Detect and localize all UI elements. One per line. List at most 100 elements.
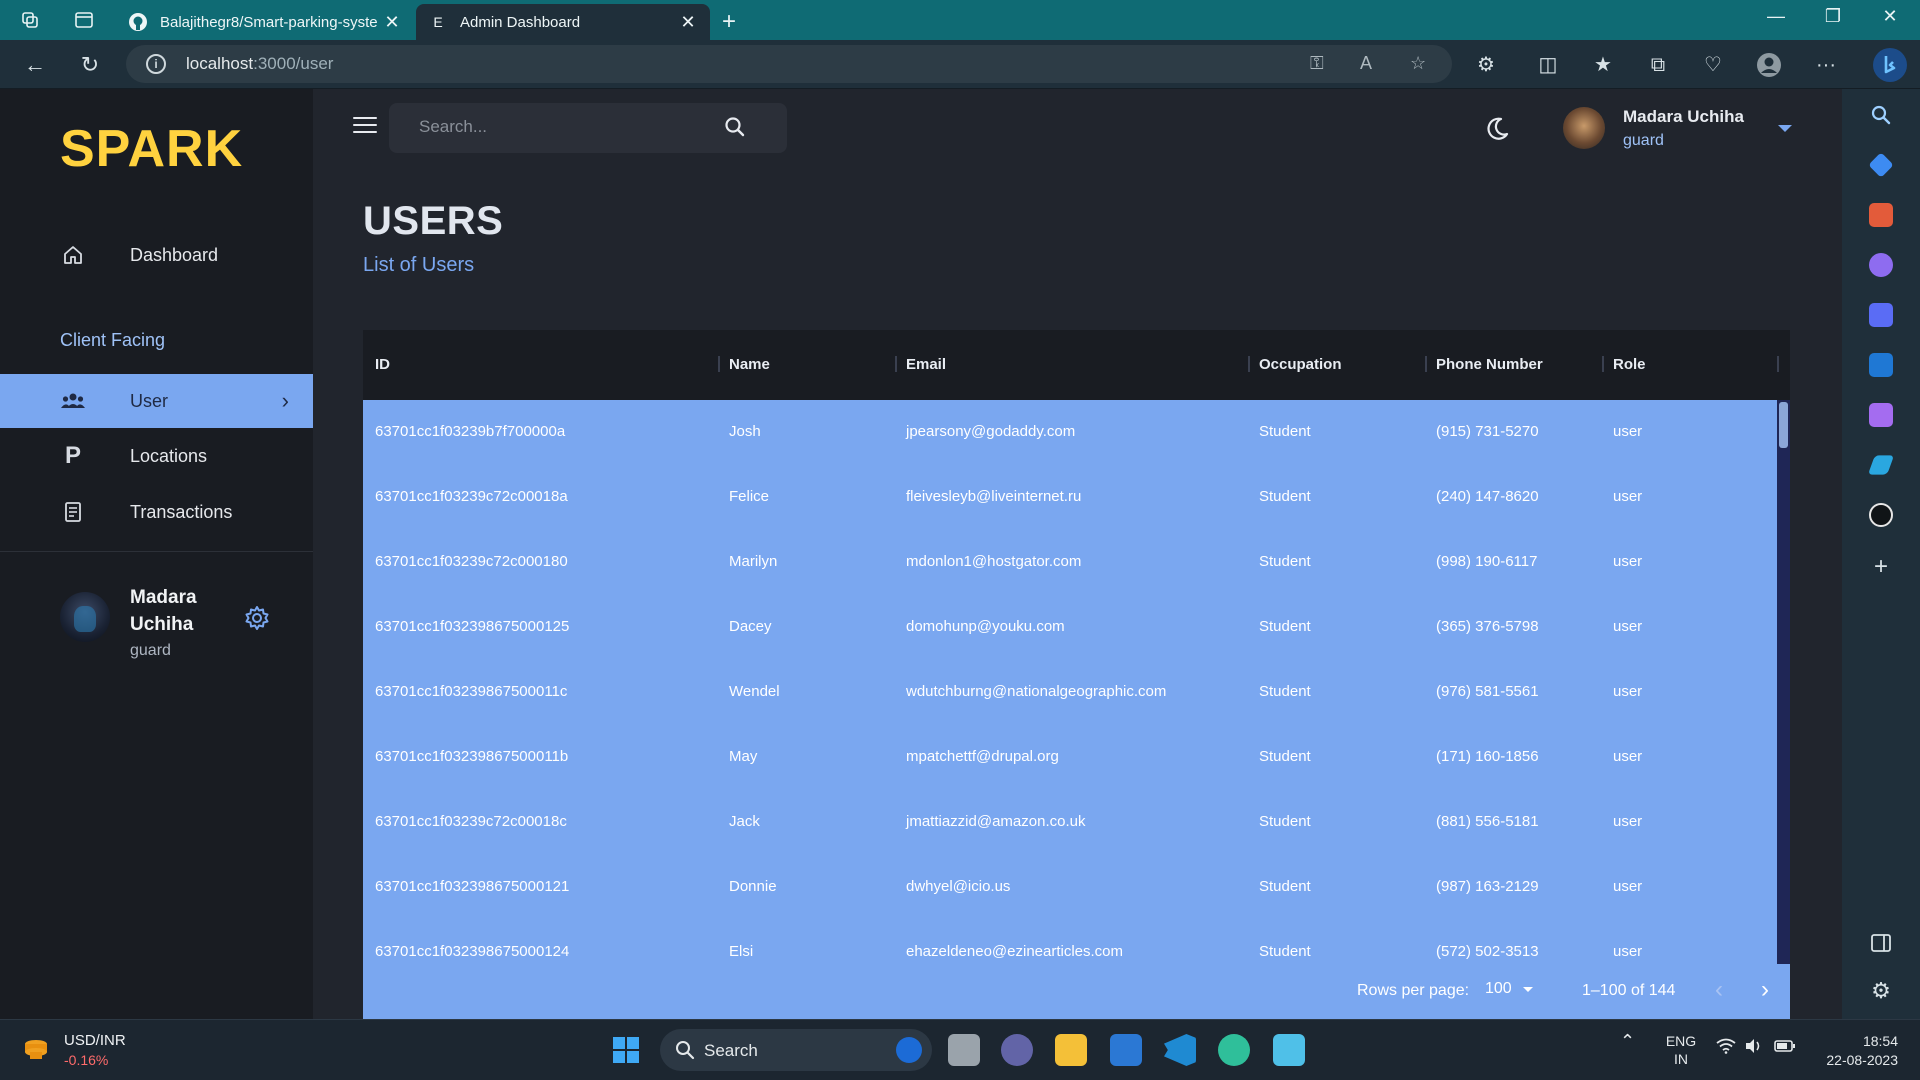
user-name[interactable]: Madara Uchiha <box>1623 107 1744 127</box>
outlook-icon[interactable] <box>1869 353 1893 377</box>
window-close-icon[interactable]: ✕ <box>1875 6 1905 27</box>
chevron-down-icon[interactable] <box>1778 125 1792 132</box>
search-input[interactable]: Search <box>704 1041 758 1061</box>
windows-start-icon[interactable] <box>610 1034 642 1066</box>
shopping-tag-icon[interactable] <box>1868 152 1894 178</box>
volume-icon[interactable] <box>1744 1038 1764 1058</box>
address-bar[interactable]: i localhost:3000/user ⚿ A ☆ <box>126 45 1452 83</box>
cell-email: jpearsony@godaddy.com <box>906 423 1076 440</box>
column-separator[interactable] <box>1248 356 1250 372</box>
column-header-phone[interactable]: Phone Number <box>1436 356 1543 373</box>
avatar[interactable] <box>1563 107 1605 149</box>
tab-github[interactable]: Balajithegr8/Smart-parking-syste ✕ <box>116 4 414 40</box>
next-page-icon[interactable]: › <box>1761 976 1769 1004</box>
wifi-icon[interactable] <box>1716 1038 1736 1058</box>
table-row[interactable]: 63701cc1f03239b7f700000a Josh jpearsony@… <box>363 400 1777 465</box>
refresh-icon[interactable]: ↻ <box>77 52 103 78</box>
restore-icon[interactable]: ❐ <box>1818 6 1848 27</box>
password-key-icon[interactable]: ⚿ <box>1310 53 1324 74</box>
dark-mode-icon[interactable] <box>1483 115 1511 150</box>
more-options-icon[interactable]: ··· <box>1813 52 1839 78</box>
notepad-icon[interactable] <box>1273 1034 1305 1066</box>
sidebar-settings-icon[interactable]: ⚙ <box>1869 979 1893 1003</box>
rows-per-page-select[interactable]: 100 <box>1485 980 1512 998</box>
profile-icon[interactable] <box>1756 52 1782 78</box>
column-separator[interactable] <box>718 356 720 372</box>
telegram-icon[interactable] <box>1867 455 1895 475</box>
chevron-down-icon[interactable] <box>1523 987 1533 992</box>
table-row[interactable]: 63701cc1f03239c72c00018c Jack jmattiazzi… <box>363 790 1777 855</box>
performance-icon[interactable]: ♡ <box>1700 52 1726 78</box>
file-explorer-icon[interactable] <box>1055 1034 1087 1066</box>
table-row[interactable]: 63701cc1f03239867500011c Wendel wdutchbu… <box>363 660 1777 725</box>
back-icon[interactable]: ← <box>22 52 48 78</box>
task-view-icon[interactable] <box>948 1034 980 1066</box>
vertical-scrollbar[interactable] <box>1777 400 1790 964</box>
chevron-up-icon[interactable]: ⌃ <box>1620 1032 1635 1050</box>
games-icon[interactable] <box>1869 253 1893 277</box>
currency-widget-icon[interactable] <box>22 1037 50 1063</box>
search-bar[interactable]: Search... <box>389 103 787 153</box>
column-separator[interactable] <box>1602 356 1604 372</box>
site-info-icon[interactable]: i <box>146 54 166 74</box>
sidebar-item-transactions[interactable]: Transactions <box>0 485 313 539</box>
search-input[interactable]: Search... <box>419 117 487 137</box>
tab-admin-dashboard[interactable]: E Admin Dashboard ✕ <box>416 4 710 40</box>
fx-change: -0.16% <box>64 1052 109 1068</box>
split-screen-icon[interactable]: ◫ <box>1535 52 1561 78</box>
collections-icon[interactable]: ⧉ <box>1645 52 1671 78</box>
scrollbar-thumb[interactable] <box>1779 402 1788 448</box>
search-icon[interactable] <box>1869 103 1893 127</box>
column-header-email[interactable]: Email <box>906 356 946 373</box>
minimize-icon[interactable]: — <box>1761 6 1791 27</box>
avatar <box>60 592 110 642</box>
table-row[interactable]: 63701cc1f032398675000125 Dacey domohunp@… <box>363 595 1777 660</box>
column-header-name[interactable]: Name <box>729 356 770 373</box>
designer-icon[interactable] <box>1869 403 1893 427</box>
taskbar-search[interactable]: Search <box>660 1029 932 1071</box>
new-tab-icon[interactable]: + <box>722 8 736 36</box>
sidebar-item-user[interactable]: User › <box>0 374 313 428</box>
battery-icon[interactable] <box>1774 1038 1796 1058</box>
menu-hamburger-icon[interactable] <box>353 117 377 135</box>
chat-icon[interactable] <box>1001 1034 1033 1066</box>
language-indicator[interactable]: ENG IN <box>1664 1032 1698 1068</box>
table-row[interactable]: 63701cc1f03239c72c000180 Marilyn mdonlon… <box>363 530 1777 595</box>
table-row[interactable]: 63701cc1f03239867500011b May mpatchettf@… <box>363 725 1777 790</box>
fx-pair[interactable]: USD/INR <box>64 1032 126 1049</box>
column-header-role[interactable]: Role <box>1613 356 1646 373</box>
microsoft-store-icon[interactable] <box>1110 1034 1142 1066</box>
users-icon <box>60 388 86 414</box>
add-icon[interactable]: + <box>1869 555 1893 579</box>
chatgpt-icon[interactable] <box>1869 503 1893 527</box>
search-icon[interactable] <box>723 113 747 146</box>
table-row[interactable]: 63701cc1f03239c72c00018a Felice fleivesl… <box>363 465 1777 530</box>
vscode-icon[interactable] <box>1164 1034 1196 1066</box>
sidebar-item-locations[interactable]: P Locations <box>0 429 313 483</box>
tab-actions-icon[interactable] <box>74 10 94 30</box>
workspaces-icon[interactable] <box>20 10 40 30</box>
column-header-id[interactable]: ID <box>375 356 390 373</box>
hide-sidebar-icon[interactable] <box>1869 931 1893 955</box>
table-row[interactable]: 63701cc1f032398675000121 Donnie dwhyel@i… <box>363 855 1777 920</box>
sidebar-item-dashboard[interactable]: Dashboard <box>0 228 313 282</box>
edge-icon[interactable] <box>1218 1034 1250 1066</box>
url-text[interactable]: localhost:3000/user <box>186 54 333 74</box>
close-icon[interactable]: ✕ <box>382 12 402 33</box>
extensions-icon[interactable]: ⚙ <box>1473 52 1499 78</box>
bing-copilot-icon[interactable] <box>1873 48 1907 82</box>
system-clock[interactable]: 18:54 22-08-2023 <box>1818 1032 1898 1070</box>
column-header-occupation[interactable]: Occupation <box>1259 356 1342 373</box>
settings-gear-icon[interactable] <box>243 604 271 639</box>
tools-icon[interactable] <box>1869 203 1893 227</box>
microsoft-365-icon[interactable] <box>1869 303 1893 327</box>
favorite-star-icon[interactable]: ☆ <box>1410 53 1426 74</box>
close-icon[interactable]: ✕ <box>678 12 698 33</box>
column-separator[interactable] <box>895 356 897 372</box>
bing-icon[interactable] <box>896 1037 922 1063</box>
previous-page-icon[interactable]: ‹ <box>1715 976 1723 1004</box>
favorites-icon[interactable]: ★ <box>1590 52 1616 78</box>
read-aloud-icon[interactable]: A <box>1360 53 1372 74</box>
column-separator[interactable] <box>1425 356 1427 372</box>
column-separator[interactable] <box>1777 356 1779 372</box>
